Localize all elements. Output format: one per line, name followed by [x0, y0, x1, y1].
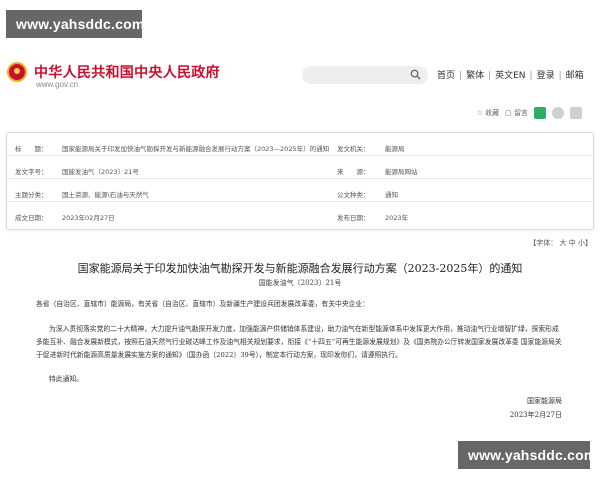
search-input[interactable]: [302, 66, 428, 84]
meta-label: 公文种类：: [337, 191, 370, 199]
meta-value: 2023年: [385, 214, 409, 222]
meta-value: 能源局网站: [385, 168, 418, 176]
nav-separator: |: [488, 71, 492, 81]
search-icon[interactable]: [410, 69, 421, 80]
meta-label: 主题分类：: [15, 191, 48, 199]
meta-value: 2023年02月27日: [62, 214, 115, 222]
meta-label: 发布日期：: [337, 214, 370, 222]
metadata-row: 主题分类： 国土资源、能源\石油与天然气 公文种类： 通知: [7, 183, 595, 202]
nav-home[interactable]: 首页: [437, 71, 455, 81]
share-toolbar: ☆ 收藏 ▢ 留言: [477, 105, 582, 121]
meta-label: 标 题：: [15, 145, 48, 153]
meta-value: 通知: [385, 191, 398, 199]
document-closing: 特此通知。: [49, 375, 83, 383]
meta-label: 发文字号：: [15, 168, 48, 176]
nav-traditional[interactable]: 繁体: [466, 71, 484, 81]
nav-mailbox[interactable]: 邮箱: [566, 71, 584, 81]
meta-label: 来 源：: [337, 168, 370, 176]
print-button[interactable]: ▢ 留言: [505, 108, 528, 118]
font-size-small[interactable]: 小】: [578, 239, 592, 247]
nav-login[interactable]: 登录: [537, 71, 555, 81]
wechat-icon[interactable]: [534, 107, 546, 119]
meta-label: 成文日期：: [15, 214, 48, 222]
document-number: 国能发油气〔2023〕21号: [258, 279, 342, 287]
watermark-bottom: www.yahsddc.com: [458, 441, 596, 469]
metadata-row: 发文字号： 国能发油气〔2023〕21号 来 源： 能源局网站: [7, 160, 595, 179]
font-size-label: 【字体：: [529, 239, 558, 247]
site-header: 中华人民共和国中央人民政府 www.gov.cn 首页 | 繁体 | 英文EN | 登录 | 邮…: [0, 50, 600, 94]
meta-value: 能源局: [385, 145, 405, 153]
metadata-row: 标 题： 国家能源局关于印发加快油气勘探开发与新能源融合发展行动方案（2023—…: [7, 137, 595, 156]
signature-date: 2023年2月27日: [509, 411, 562, 419]
font-size-medium[interactable]: 中: [569, 239, 576, 247]
meta-value: 国家能源局关于印发加快油气勘探开发与新能源融合发展行动方案（2023—2025年…: [62, 145, 330, 153]
national-emblem-icon[interactable]: [7, 62, 27, 82]
nav-separator: |: [529, 71, 533, 81]
nav-separator: |: [459, 71, 463, 81]
top-nav: 首页 | 繁体 | 英文EN | 登录 | 邮箱: [437, 68, 584, 81]
meta-label: 发文机关：: [337, 145, 370, 153]
document-body-paragraph: 为深入贯彻落实党的二十大精神，大力提升油气勘探开发力度，加强能源产供储销体系建设…: [36, 325, 562, 359]
nav-separator: |: [558, 71, 562, 81]
watermark-top: www.yahsddc.com: [6, 10, 144, 38]
print-label: 留言: [514, 109, 528, 117]
document-addressee: 各省（自治区、直辖市）能源局，有关省（自治区、直辖市）及新疆生产建设兵团发展改革…: [36, 300, 370, 308]
site-url: www.gov.cn: [36, 80, 79, 89]
share-icon[interactable]: [570, 107, 582, 119]
metadata-row: 成文日期： 2023年02月27日 发布日期： 2023年: [7, 206, 595, 225]
font-size-large[interactable]: 大: [560, 239, 567, 247]
meta-value: 国土资源、能源\石油与天然气: [62, 191, 149, 199]
document-metadata-table: 标 题： 国家能源局关于印发加快油气勘探开发与新能源融合发展行动方案（2023—…: [6, 132, 595, 230]
document-title: 国家能源局关于印发加快油气勘探开发与新能源融合发展行动方案（2023-2025年…: [77, 262, 523, 275]
signature-organization: 国家能源局: [527, 397, 562, 405]
site-title[interactable]: 中华人民共和国中央人民政府: [34, 62, 220, 82]
favorite-button[interactable]: ☆ 收藏: [477, 108, 500, 118]
meta-value: 国能发油气〔2023〕21号: [62, 168, 139, 176]
favorite-label: 收藏: [485, 109, 500, 117]
font-size-switcher: 【字体： 大 中 小】: [529, 238, 592, 248]
weibo-icon[interactable]: [552, 107, 564, 119]
nav-english[interactable]: 英文EN: [495, 71, 525, 81]
